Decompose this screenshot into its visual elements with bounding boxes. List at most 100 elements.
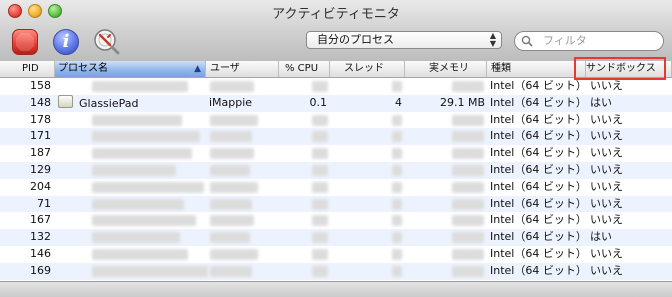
redacted-memory	[452, 165, 484, 176]
redacted-user	[210, 81, 254, 92]
kind-cell: Intel（64 ビット）	[490, 79, 587, 92]
redacted-threads	[392, 148, 402, 160]
sandbox-cell: いいえ	[590, 146, 623, 160]
redacted-user	[210, 165, 250, 176]
filter-search-field[interactable]: フィルタ	[514, 31, 664, 51]
redacted-memory	[452, 81, 484, 92]
redacted-process-name	[92, 131, 200, 143]
user-cell: iMappie	[209, 95, 253, 109]
column-label-process-name: プロセス名	[58, 63, 108, 74]
redacted-process-name	[92, 215, 196, 227]
pid-cell: 187	[30, 146, 51, 160]
process-filter-select[interactable]: 自分のプロセス ▲ ▼	[306, 31, 502, 49]
redacted-user	[210, 181, 258, 193]
redacted-memory	[452, 232, 484, 244]
kind-cell: Intel（64 ビット）	[490, 179, 587, 193]
redacted-cpu	[312, 148, 328, 160]
redacted-cpu	[312, 249, 328, 260]
table-row[interactable]: 204 Intel（64 ビット） いいえ	[0, 179, 672, 196]
redacted-memory	[452, 249, 484, 260]
kind-cell: Intel（64 ビット）	[490, 95, 587, 109]
redacted-process-name	[92, 181, 204, 193]
kind-cell: Intel（64 ビット）	[490, 196, 587, 210]
pid-cell: 158	[30, 79, 51, 92]
redacted-process-name	[92, 198, 184, 210]
kind-cell: Intel（64 ビット）	[490, 112, 587, 126]
kind-cell: Intel（64 ビット）	[490, 230, 587, 244]
app-icon	[58, 94, 73, 108]
column-header-real-memory[interactable]: 実メモリ	[405, 61, 487, 77]
pid-cell: 178	[30, 112, 51, 126]
sandbox-cell: いいえ	[590, 213, 623, 227]
table-row[interactable]: 132 Intel（64 ビット） はい	[0, 229, 672, 246]
redacted-memory	[452, 114, 484, 126]
sandbox-cell: はい	[590, 230, 612, 244]
redacted-process-name	[92, 265, 208, 277]
redacted-threads	[392, 265, 402, 277]
pid-cell: 132	[30, 230, 51, 244]
redacted-process-name	[92, 114, 182, 126]
column-header-cpu[interactable]: % CPU	[279, 61, 330, 77]
kind-cell: Intel（64 ビット）	[490, 263, 587, 277]
stop-process-button[interactable]	[12, 29, 38, 55]
sandbox-cell: いいえ	[590, 196, 623, 210]
redacted-memory	[452, 181, 484, 193]
redacted-cpu	[312, 198, 328, 210]
process-name-text: GlassiePad	[79, 96, 139, 110]
redacted-user	[210, 198, 252, 210]
column-header-pid[interactable]: PID	[0, 61, 55, 77]
sandbox-cell: いいえ	[590, 79, 623, 92]
column-header-kind[interactable]: 種類	[487, 61, 586, 77]
process-filter-value: 自分のプロセス	[317, 33, 394, 46]
redacted-user	[210, 114, 258, 126]
select-arrows-icon: ▲ ▼	[489, 31, 496, 48]
sandbox-cell: いいえ	[590, 247, 623, 260]
redacted-user	[210, 249, 258, 260]
column-header-threads[interactable]: スレッド	[330, 61, 405, 77]
column-header-process-name[interactable]: プロセス名 ▲	[55, 61, 206, 77]
kind-cell: Intel（64 ビット）	[490, 129, 587, 143]
sandbox-cell: いいえ	[590, 263, 623, 277]
process-name-cell: GlassiePad	[58, 94, 206, 112]
pid-cell: 129	[30, 163, 51, 176]
pid-cell: 71	[37, 196, 51, 210]
redacted-cpu	[312, 232, 328, 244]
magnifier-icon	[521, 35, 533, 47]
redacted-cpu	[312, 181, 328, 193]
pid-cell: 169	[30, 263, 51, 277]
redacted-threads	[392, 131, 402, 143]
redacted-user	[210, 215, 254, 227]
redacted-threads	[392, 232, 402, 244]
redacted-memory	[452, 131, 484, 143]
table-row[interactable]: 169 Intel（64 ビット） いいえ	[0, 262, 672, 280]
info-icon: i	[62, 31, 70, 52]
titlebar-toolbar: アクティビティモニタ i 自分のプロセス ▲ ▼ フィルタ	[0, 0, 672, 62]
table-row[interactable]: 146 Intel（64 ビット） いいえ	[0, 246, 672, 263]
table-header: PID プロセス名 ▲ ユーザ % CPU スレッド 実メモリ 種類 サンドボッ…	[0, 61, 672, 78]
pid-cell: 148	[30, 95, 51, 109]
activity-monitor-window: アクティビティモニタ i 自分のプロセス ▲ ▼ フィルタ PID プロセス名 …	[0, 0, 672, 297]
table-row[interactable]: 178 Intel（64 ビット） いいえ	[0, 112, 672, 129]
table-scrollbar[interactable]	[663, 78, 672, 281]
redacted-memory	[452, 148, 484, 160]
sandbox-column-highlight	[574, 57, 666, 80]
sandbox-cell: いいえ	[590, 163, 623, 176]
redacted-threads	[392, 215, 402, 227]
redacted-cpu	[312, 114, 328, 126]
table-row[interactable]: 158 Intel（64 ビット） いいえ	[0, 78, 672, 95]
table-row[interactable]: 129 Intel（64 ビット） いいえ	[0, 162, 672, 179]
table-row[interactable]: 171 Intel（64 ビット） いいえ	[0, 128, 672, 146]
table-row[interactable]: 71 Intel（64 ビット） いいえ	[0, 195, 672, 213]
sandbox-cell: いいえ	[590, 112, 623, 126]
sample-process-button[interactable]	[91, 26, 121, 56]
table-row[interactable]: 167 Intel（64 ビット） いいえ	[0, 212, 672, 229]
redacted-user	[210, 148, 254, 160]
redacted-cpu	[312, 131, 328, 143]
table-row[interactable]: 148 GlassiePad iMappie 0.1 4 29.1 MB Intel（64 …	[0, 94, 672, 112]
kind-cell: Intel（64 ビット）	[490, 247, 587, 260]
column-header-user[interactable]: ユーザ	[206, 61, 279, 77]
inspect-process-button[interactable]: i	[53, 29, 79, 55]
table-row[interactable]: 187 Intel（64 ビット） いいえ	[0, 145, 672, 162]
memory-cell: 29.1 MB	[439, 95, 485, 109]
redacted-cpu	[312, 215, 328, 227]
